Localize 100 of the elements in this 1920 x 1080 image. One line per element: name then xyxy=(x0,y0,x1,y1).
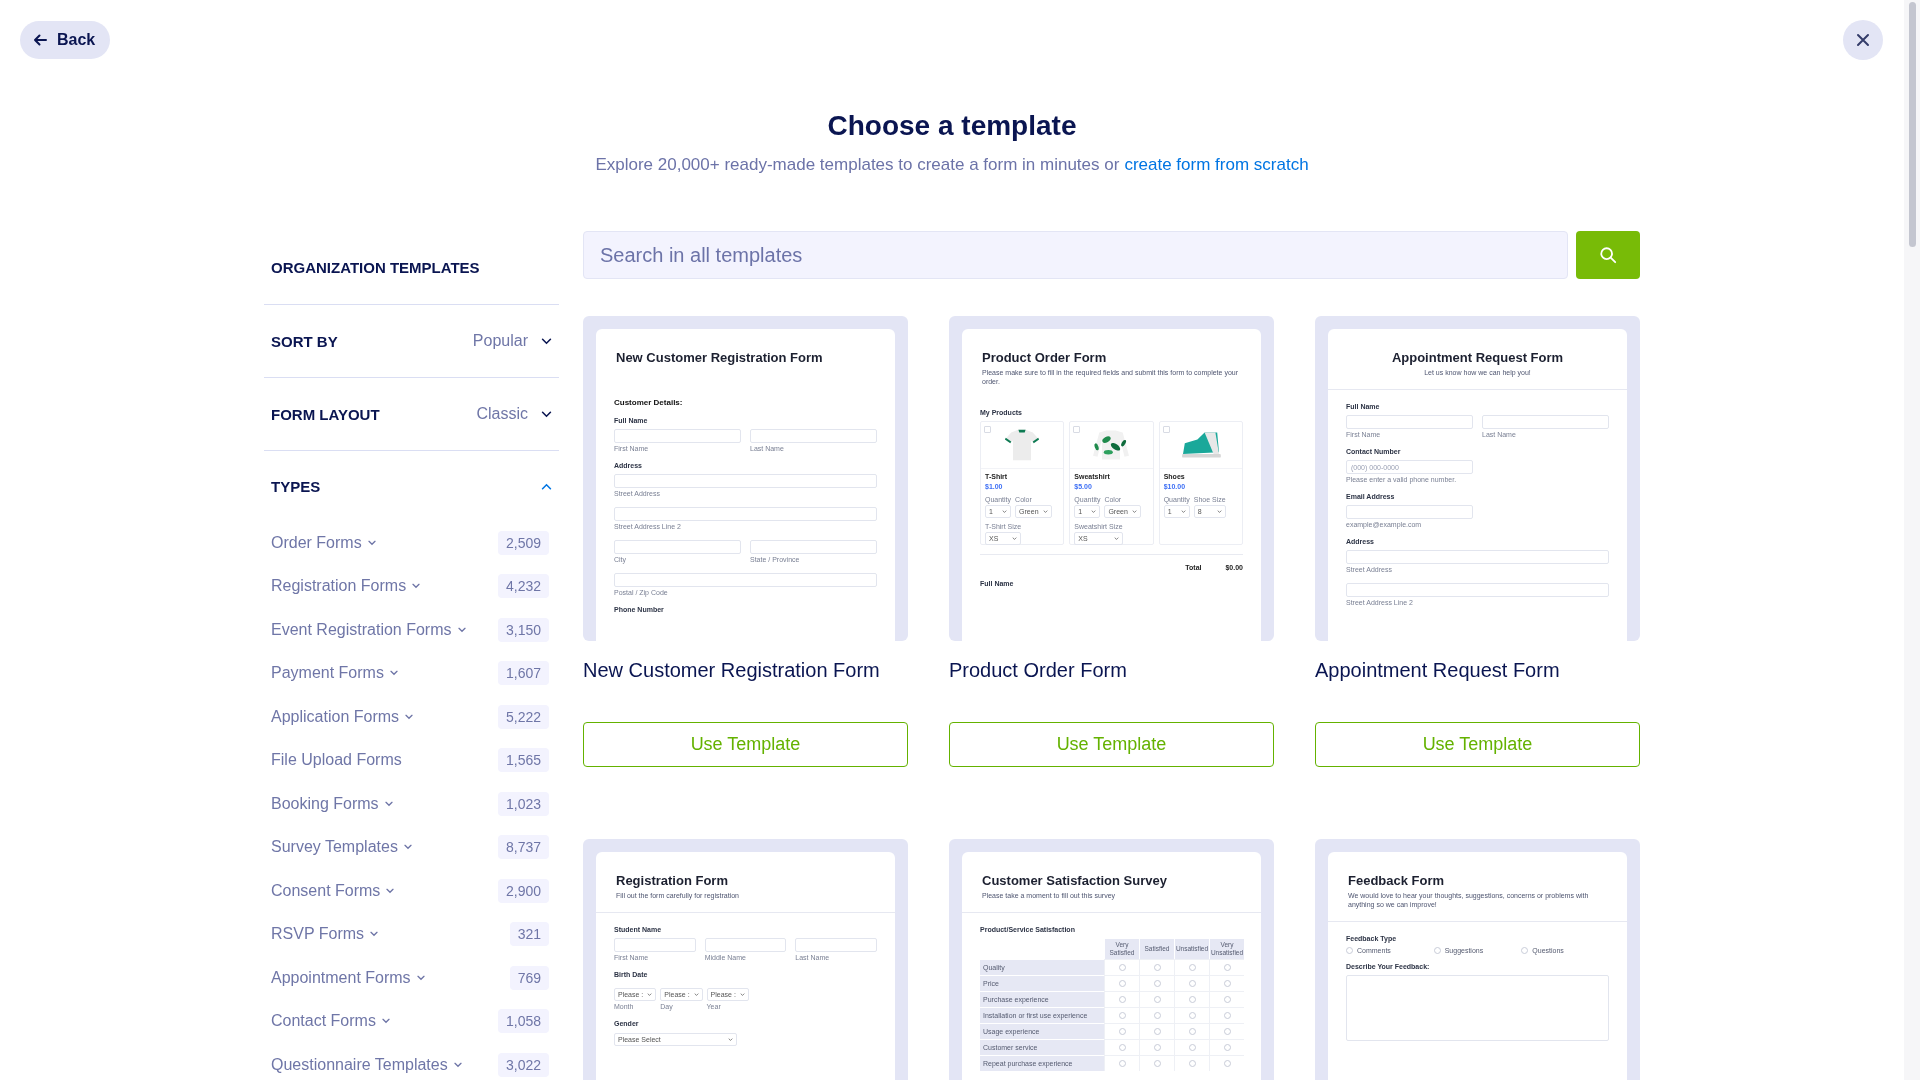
filter-dropdown[interactable]: Classic xyxy=(476,405,552,423)
radio-button[interactable] xyxy=(1346,947,1353,954)
search-button[interactable] xyxy=(1576,231,1640,279)
category-link[interactable]: RSVP Forms xyxy=(271,925,379,944)
category-link[interactable]: Registration Forms xyxy=(271,577,421,596)
arrow-left-icon xyxy=(32,32,48,48)
input-field[interactable] xyxy=(750,540,877,554)
page-title: Choose a template xyxy=(826,109,1078,143)
chevron-down-icon xyxy=(541,410,552,418)
form-title: Customer Satisfaction Survey xyxy=(982,872,1168,889)
text-area[interactable] xyxy=(1346,975,1609,1041)
scrollbar[interactable] xyxy=(1904,0,1920,1080)
radio-button[interactable] xyxy=(1153,1060,1161,1067)
checkbox[interactable] xyxy=(984,426,991,433)
radio-button[interactable] xyxy=(1118,964,1126,971)
caret-icon xyxy=(739,993,745,996)
radio-button[interactable] xyxy=(1223,1012,1231,1019)
radio-button[interactable] xyxy=(1118,1028,1126,1035)
section-heading: ORGANIZATION TEMPLATES xyxy=(264,231,559,305)
input-field[interactable] xyxy=(614,507,877,521)
template-name: Appointment Request Form xyxy=(1315,658,1561,683)
radio-button[interactable] xyxy=(1188,1044,1196,1051)
back-button[interactable]: Back xyxy=(20,21,111,59)
use-template-button[interactable]: Use Template xyxy=(949,722,1274,767)
radio-button[interactable] xyxy=(1153,1028,1161,1035)
radio-button[interactable] xyxy=(1188,964,1196,971)
radio-button[interactable] xyxy=(1118,980,1126,987)
radio-button[interactable] xyxy=(1118,1044,1126,1051)
count-badge: 321 xyxy=(509,922,549,947)
chevron-icon[interactable] xyxy=(541,482,552,490)
form-title: Registration Form xyxy=(616,872,729,889)
caret-icon xyxy=(1180,510,1186,513)
chevron-down-icon xyxy=(403,844,412,851)
radio-button[interactable] xyxy=(1223,1028,1231,1035)
radio-button[interactable] xyxy=(1223,964,1231,971)
input-field[interactable] xyxy=(614,429,741,443)
input-field[interactable] xyxy=(1346,550,1609,564)
chevron-down-icon xyxy=(412,583,421,590)
radio-button[interactable] xyxy=(1188,996,1196,1003)
radio-button[interactable] xyxy=(1223,1044,1231,1051)
radio-button[interactable] xyxy=(1188,1028,1196,1035)
category-link[interactable]: Consent Forms xyxy=(271,881,395,900)
checkbox[interactable] xyxy=(1073,426,1081,433)
radio-button[interactable] xyxy=(1188,1060,1196,1067)
caret-icon xyxy=(1091,510,1097,513)
category-link[interactable]: File Upload Forms xyxy=(271,751,402,770)
chevron-down-icon xyxy=(405,713,414,720)
checkbox[interactable] xyxy=(1162,426,1170,433)
search-icon xyxy=(1599,246,1617,264)
radio-button[interactable] xyxy=(1188,1012,1196,1019)
category-link[interactable]: Contact Forms xyxy=(271,1012,390,1031)
input-field[interactable] xyxy=(614,938,696,952)
radio-button[interactable] xyxy=(1118,1012,1126,1019)
input-field[interactable] xyxy=(1346,505,1473,519)
input-field[interactable] xyxy=(614,573,877,587)
use-template-button[interactable]: Use Template xyxy=(583,722,908,767)
count-badge: 5,222 xyxy=(497,704,549,729)
category-link[interactable]: Payment Forms xyxy=(271,664,398,683)
caret-icon xyxy=(1042,510,1048,513)
input-field[interactable] xyxy=(1482,415,1609,429)
category-link[interactable]: Event Registration Forms xyxy=(271,620,466,639)
input-field[interactable] xyxy=(1346,415,1473,429)
page-subtitle: Explore 20,000+ ready-made templates to create a form in minutes or xyxy=(595,154,1120,176)
radio-button[interactable] xyxy=(1521,947,1529,954)
count-badge: 3,022 xyxy=(497,1052,549,1077)
close-button[interactable] xyxy=(1843,20,1883,60)
chevron-down-icon xyxy=(416,974,425,981)
input-field[interactable] xyxy=(614,474,877,488)
input-field[interactable] xyxy=(795,938,877,952)
radio-button[interactable] xyxy=(1118,1060,1126,1067)
input-field[interactable] xyxy=(704,938,787,952)
category-link[interactable]: Booking Forms xyxy=(271,794,393,813)
create-from-scratch-link[interactable]: create form from scratch xyxy=(1124,154,1309,176)
radio-button[interactable] xyxy=(1118,996,1126,1003)
radio-button[interactable] xyxy=(1223,1060,1231,1067)
search-field[interactable]: Search in all templates xyxy=(583,231,1568,279)
radio-button[interactable] xyxy=(1188,980,1196,987)
caret-icon xyxy=(1012,537,1018,540)
count-badge: 4,232 xyxy=(497,574,549,599)
category-link[interactable]: Appointment Forms xyxy=(271,968,425,987)
radio-button[interactable] xyxy=(1433,947,1441,954)
input-field[interactable] xyxy=(750,429,877,443)
category-link[interactable]: Survey Templates xyxy=(271,838,412,857)
filter-dropdown[interactable]: Popular xyxy=(472,332,552,350)
category-link[interactable]: Order Forms xyxy=(271,533,376,552)
radio-button[interactable] xyxy=(1153,964,1161,971)
section-heading: Customer Details: xyxy=(614,398,684,408)
input-field[interactable] xyxy=(614,540,741,554)
category-link[interactable]: Questionnaire Templates xyxy=(271,1055,462,1074)
caret-icon xyxy=(728,1038,733,1041)
use-template-button[interactable]: Use Template xyxy=(1315,722,1640,767)
template-name: New Customer Registration Form xyxy=(583,658,881,683)
input-field[interactable] xyxy=(1346,583,1609,597)
category-link[interactable]: Application Forms xyxy=(271,707,414,726)
radio-button[interactable] xyxy=(1153,1012,1161,1019)
radio-button[interactable] xyxy=(1153,996,1161,1003)
radio-button[interactable] xyxy=(1153,1044,1161,1051)
radio-button[interactable] xyxy=(1153,980,1161,987)
radio-button[interactable] xyxy=(1223,996,1231,1003)
radio-button[interactable] xyxy=(1223,980,1231,987)
